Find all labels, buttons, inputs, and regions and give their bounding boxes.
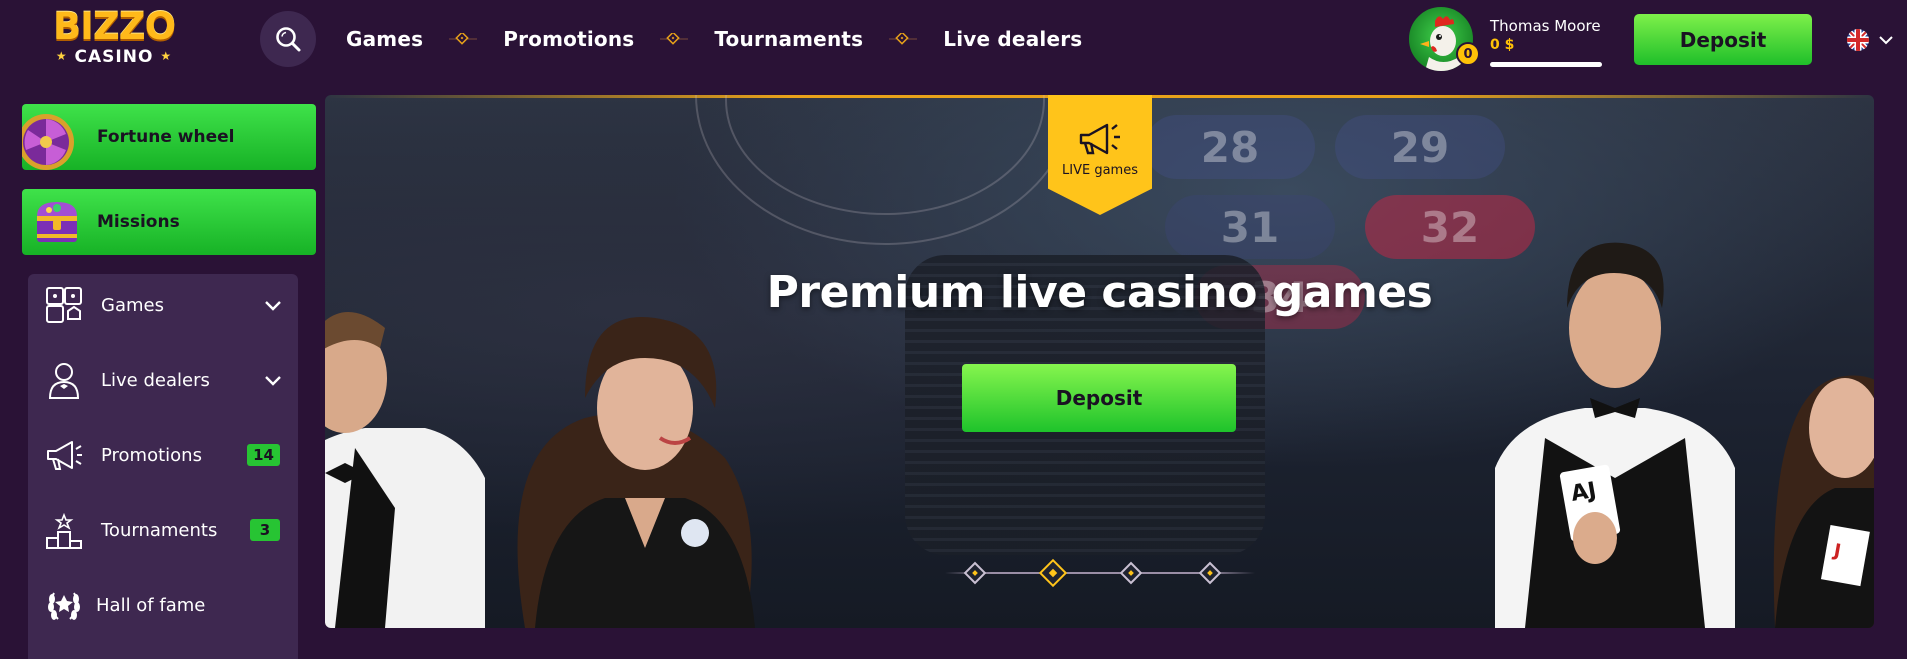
slide-dot-2[interactable] bbox=[1038, 558, 1068, 588]
user-name[interactable]: Thomas Moore bbox=[1490, 17, 1601, 35]
sidebar-item-label: Games bbox=[101, 294, 164, 316]
live-games-tag-label: LIVE games bbox=[1062, 163, 1138, 178]
sidebar-item-games[interactable]: Games bbox=[28, 275, 298, 335]
slider-pagination bbox=[945, 558, 1255, 588]
banner-deposit-button[interactable]: Deposit bbox=[962, 364, 1236, 432]
nav-games[interactable]: Games bbox=[346, 27, 423, 51]
live-games-tag: LIVE games bbox=[1048, 95, 1152, 215]
slide-dot-1[interactable] bbox=[963, 561, 987, 585]
user-profile: 0 Thomas Moore 0 $ bbox=[1406, 4, 1606, 76]
nav-tournaments[interactable]: Tournaments bbox=[714, 27, 863, 51]
fortune-wheel-button[interactable]: Fortune wheel bbox=[22, 104, 316, 170]
sidebar-item-label: Promotions bbox=[101, 444, 202, 466]
header-deposit-button[interactable]: Deposit bbox=[1634, 14, 1812, 65]
promotions-count-badge: 14 bbox=[247, 444, 280, 466]
svg-text:AJ: AJ bbox=[1569, 478, 1598, 507]
treasure-chest-icon bbox=[37, 202, 77, 242]
logo-subtitle: ★ CASINO ★ bbox=[55, 47, 173, 67]
chevron-down-icon bbox=[1879, 36, 1893, 45]
fortune-wheel-icon bbox=[22, 114, 74, 170]
bizzo-casino-logo[interactable]: BIZZO ★ CASINO ★ bbox=[36, 8, 192, 72]
table-number: 29 bbox=[1335, 115, 1505, 179]
diamond-separator-icon bbox=[660, 33, 689, 45]
nav-promotions[interactable]: Promotions bbox=[503, 27, 634, 51]
dealer-icon bbox=[48, 363, 80, 399]
slide-dot-4[interactable] bbox=[1198, 561, 1222, 585]
missions-label: Missions bbox=[97, 212, 180, 232]
search-button[interactable] bbox=[260, 11, 316, 67]
banner-title: Premium live casino games bbox=[766, 267, 1433, 318]
tournaments-count-badge: 3 bbox=[250, 519, 280, 541]
podium-icon bbox=[46, 512, 82, 549]
top-header: BIZZO ★ CASINO ★ Games Promotions Tourna… bbox=[0, 0, 1907, 78]
missions-button[interactable]: Missions bbox=[22, 189, 316, 255]
language-selector[interactable] bbox=[1846, 28, 1894, 52]
sidebar-item-live-dealers[interactable]: Live dealers bbox=[28, 350, 298, 410]
nav-live-dealers[interactable]: Live dealers bbox=[943, 27, 1082, 51]
hero-banner: 28 29 31 32 34 AJ J LIVE games Premium l… bbox=[325, 95, 1874, 628]
uk-flag-icon bbox=[1847, 29, 1869, 51]
chevron-down-icon[interactable] bbox=[264, 374, 282, 386]
chevron-down-icon[interactable] bbox=[264, 299, 282, 311]
table-number: 31 bbox=[1165, 195, 1335, 259]
main-nav: Games Promotions Tournaments Live dealer… bbox=[346, 22, 1082, 56]
sidebar-item-tournaments[interactable]: Tournaments 3 bbox=[28, 500, 298, 560]
sidebar-item-promotions[interactable]: Promotions 14 bbox=[28, 425, 298, 485]
sidebar-item-label: Hall of fame bbox=[96, 594, 206, 616]
coin-count-badge: 0 bbox=[1456, 42, 1480, 66]
megaphone-icon bbox=[1079, 123, 1120, 155]
fortune-wheel-label: Fortune wheel bbox=[97, 127, 235, 147]
logo-wordmark: BIZZO bbox=[52, 5, 176, 48]
sidebar-item-label: Live dealers bbox=[101, 369, 210, 391]
level-progress-bar bbox=[1490, 62, 1602, 67]
sidebar-item-hall-of-fame[interactable]: Hall of fame bbox=[28, 575, 298, 635]
diamond-separator-icon bbox=[889, 33, 918, 45]
user-balance: 0 $ bbox=[1490, 37, 1515, 53]
slide-dot-3[interactable] bbox=[1119, 561, 1143, 585]
games-icon bbox=[46, 287, 82, 323]
megaphone-icon bbox=[47, 441, 82, 470]
sidebar-menu: Games Live dealers Promotions 14 Tournam… bbox=[28, 274, 298, 659]
sidebar-item-label: Tournaments bbox=[101, 519, 218, 541]
diamond-separator-icon bbox=[449, 33, 478, 45]
laurel-icon bbox=[48, 592, 80, 620]
table-number: 28 bbox=[1145, 115, 1315, 179]
search-icon bbox=[276, 27, 301, 52]
